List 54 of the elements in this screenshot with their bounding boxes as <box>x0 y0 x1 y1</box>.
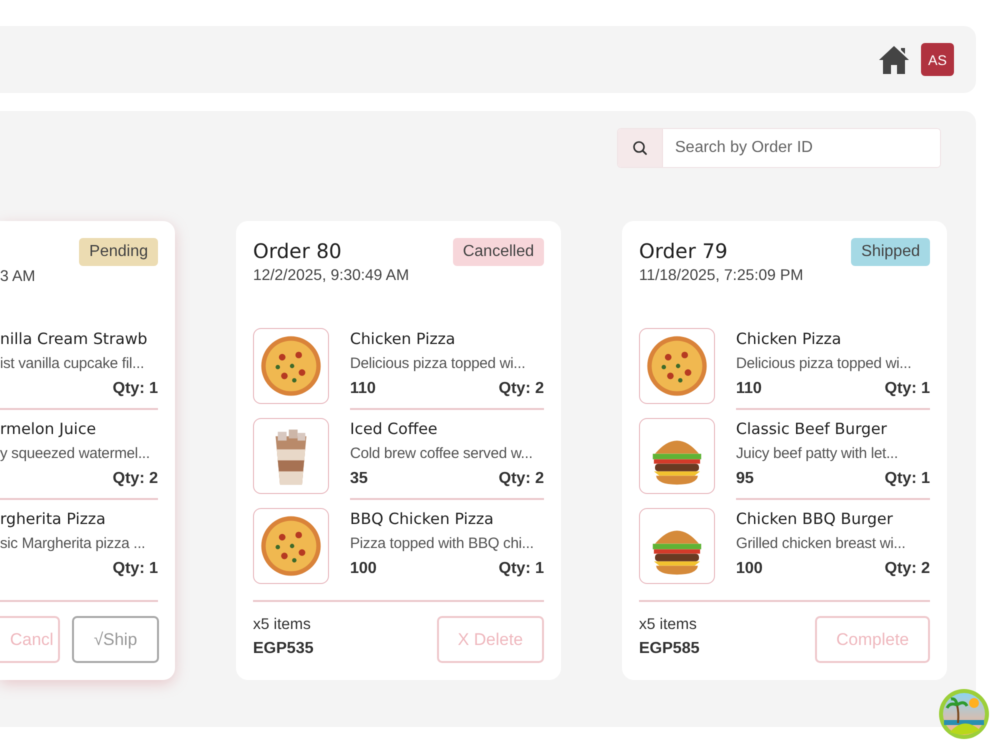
item-count: x5 items <box>253 616 312 634</box>
avatar[interactable]: AS <box>921 43 954 76</box>
order-date: 12/2/2025, 9:30:49 AM <box>253 267 409 285</box>
item-name: Chicken Pizza <box>736 330 842 348</box>
item-description: Juicy beef patty with let... <box>736 445 899 462</box>
item-name: Chicken Pizza <box>350 330 456 348</box>
item-description: Delicious pizza topped wi... <box>350 355 526 372</box>
item-quantity: Qty: 2 <box>884 560 930 578</box>
item-name: Iced Coffee <box>350 420 438 438</box>
item-description: Pizza topped with BBQ chi... <box>350 535 535 552</box>
item-price: 35 <box>350 470 368 488</box>
item-name: rgherita Pizza <box>0 510 107 528</box>
action-button[interactable]: Cancl <box>0 616 60 663</box>
item-quantity: Qty: 2 <box>498 470 544 488</box>
item-quantity: Qty: 1 <box>884 470 930 488</box>
order-total: EGP585 <box>639 640 700 658</box>
item-price: 100 <box>350 560 377 578</box>
item-name: BBQ Chicken Pizza <box>350 510 495 528</box>
item-description: Delicious pizza topped wi... <box>736 355 912 372</box>
item-name: nilla Cream Strawb <box>0 330 148 348</box>
item-description: sic Margherita pizza ... <box>0 535 146 552</box>
status-badge: Pending <box>79 238 158 266</box>
order-title: Order 80 <box>253 239 343 263</box>
item-description: ist vanilla cupcake fil... <box>0 355 146 372</box>
search-field[interactable]: Search by Order ID <box>617 128 941 168</box>
search-icon <box>632 140 648 156</box>
status-badge: Shipped <box>851 238 930 266</box>
action-button[interactable]: X Delete <box>436 616 544 663</box>
action-button[interactable]: Complete <box>815 616 930 663</box>
item-quantity: Qty: 1 <box>112 560 158 578</box>
order-total: EGP535 <box>253 640 314 658</box>
item-price: 110 <box>350 380 376 398</box>
item-price: 110 <box>736 380 762 398</box>
item-quantity: Qty: 1 <box>498 560 544 578</box>
item-count: x5 items <box>639 616 698 634</box>
island-icon[interactable] <box>938 688 990 740</box>
action-button[interactable]: √Ship <box>72 616 159 663</box>
item-quantity: Qty: 2 <box>112 470 158 488</box>
item-name: Classic Beef Burger <box>736 420 888 438</box>
item-quantity: Qty: 1 <box>884 380 930 398</box>
item-price: 95 <box>736 470 754 488</box>
item-description: Grilled chicken breast wi... <box>736 535 906 552</box>
item-name: Chicken BBQ Burger <box>736 510 894 528</box>
item-name: rmelon Juice <box>0 420 98 438</box>
item-description: Cold brew coffee served w... <box>350 445 534 462</box>
status-badge: Cancelled <box>452 238 544 266</box>
order-title: Order 79 <box>639 239 729 263</box>
order-date: 11/18/2025, 7:25:09 PM <box>639 267 804 285</box>
item-quantity: Qty: 1 <box>112 380 158 398</box>
item-description: y squeezed watermel... <box>0 445 151 462</box>
item-quantity: Qty: 2 <box>498 380 544 398</box>
home-icon[interactable] <box>878 44 910 74</box>
item-price: 100 <box>736 560 763 578</box>
order-date: 3 AM <box>0 268 36 286</box>
